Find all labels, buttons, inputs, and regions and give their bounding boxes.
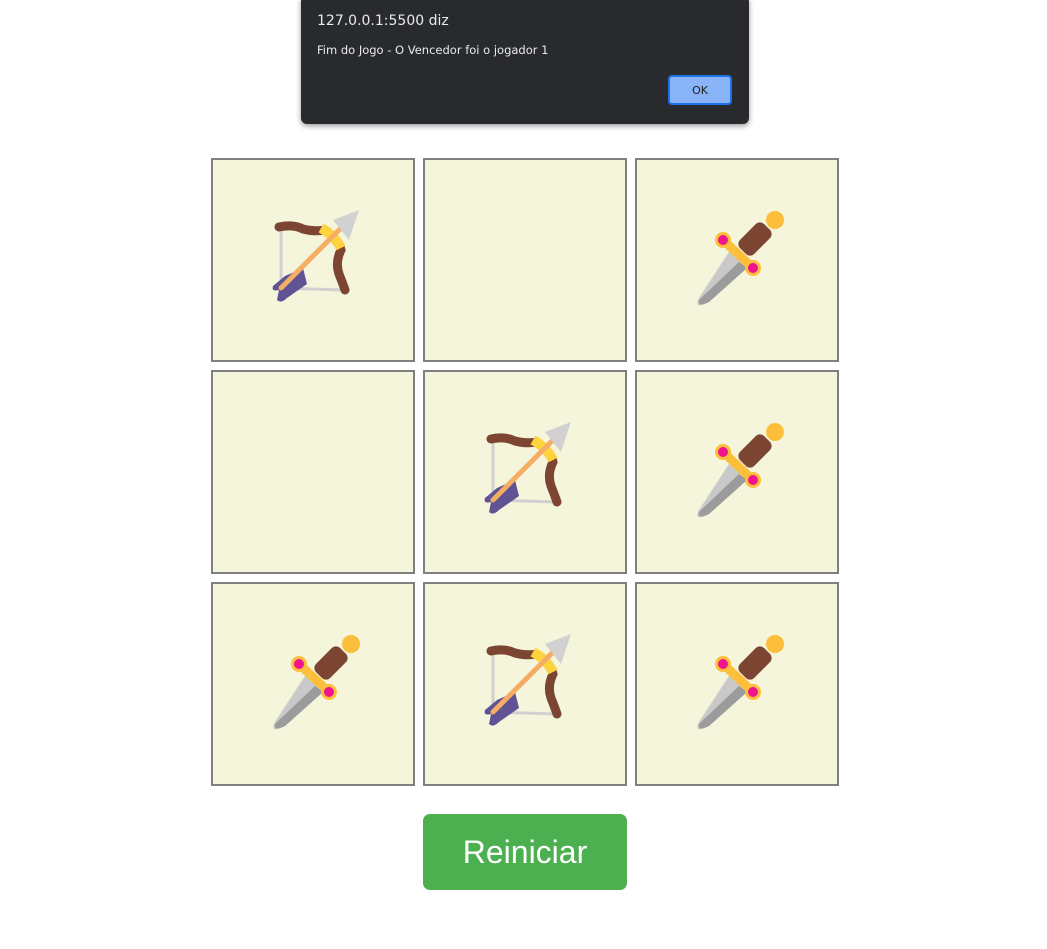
bow-and-arrow-icon [272, 210, 359, 302]
board-cell-1[interactable] [423, 158, 627, 362]
dagger-icon [697, 211, 784, 306]
alert-dialog: 127.0.0.1:5500 diz Fim do Jogo - O Vence… [301, 0, 749, 124]
dagger-icon [273, 635, 360, 730]
game-board [211, 158, 839, 786]
board-cell-8[interactable] [635, 582, 839, 786]
board-cell-2[interactable] [635, 158, 839, 362]
alert-ok-button[interactable]: OK [668, 75, 732, 105]
dagger-icon [697, 635, 784, 730]
board-cell-5[interactable] [635, 370, 839, 574]
restart-button[interactable]: Reiniciar [423, 814, 627, 890]
board-cell-4[interactable] [423, 370, 627, 574]
alert-message: Fim do Jogo - O Vencedor foi o jogador 1 [317, 43, 549, 57]
board-cell-3[interactable] [211, 370, 415, 574]
alert-origin: 127.0.0.1:5500 diz [317, 13, 449, 29]
dagger-icon [697, 423, 784, 518]
board-cell-0[interactable] [211, 158, 415, 362]
board-cell-7[interactable] [423, 582, 627, 786]
bow-and-arrow-icon [484, 422, 571, 514]
board-cell-6[interactable] [211, 582, 415, 786]
bow-and-arrow-icon [484, 634, 571, 726]
